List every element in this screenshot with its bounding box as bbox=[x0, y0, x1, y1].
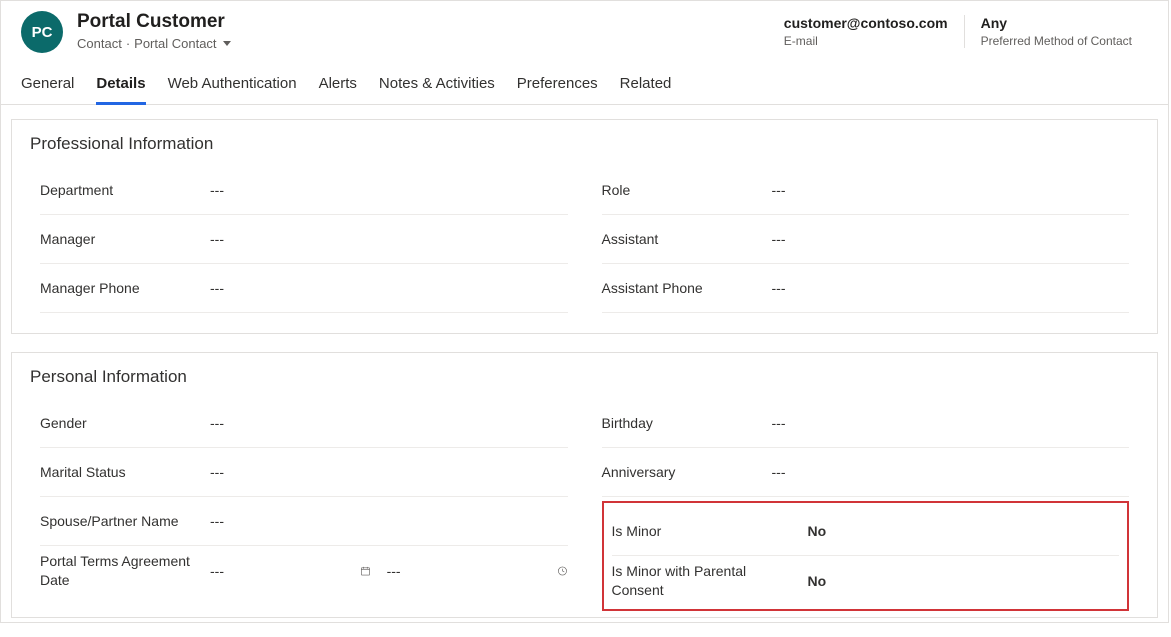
field-assistant[interactable]: Assistant --- bbox=[602, 215, 1130, 264]
field-manager[interactable]: Manager --- bbox=[40, 215, 568, 264]
field-manager-phone[interactable]: Manager Phone --- bbox=[40, 264, 568, 313]
label-department: Department bbox=[40, 182, 210, 198]
label-is-minor-consent: Is Minor with Parental Consent bbox=[612, 562, 802, 598]
header-email-label: E-mail bbox=[784, 34, 948, 48]
label-birthday: Birthday bbox=[602, 415, 772, 431]
field-spouse-partner[interactable]: Spouse/Partner Name --- bbox=[40, 497, 568, 546]
section-title-professional: Professional Information bbox=[26, 128, 1143, 166]
field-terms-agreement-date[interactable]: Portal Terms Agreement Date --- --- bbox=[40, 546, 568, 595]
value-department: --- bbox=[210, 182, 224, 198]
label-spouse-partner: Spouse/Partner Name bbox=[40, 513, 210, 529]
label-marital-status: Marital Status bbox=[40, 464, 210, 480]
label-anniversary: Anniversary bbox=[602, 464, 772, 480]
field-anniversary[interactable]: Anniversary --- bbox=[602, 448, 1130, 497]
header-email-block[interactable]: customer@contoso.com E-mail bbox=[768, 15, 964, 48]
tab-details[interactable]: Details bbox=[96, 75, 145, 105]
label-manager: Manager bbox=[40, 231, 210, 247]
label-assistant: Assistant bbox=[602, 231, 772, 247]
header-email-value: customer@contoso.com bbox=[784, 15, 948, 32]
field-is-minor-parental-consent[interactable]: Is Minor with Parental Consent No bbox=[612, 556, 1120, 605]
value-marital-status: --- bbox=[210, 464, 224, 480]
tab-related[interactable]: Related bbox=[620, 75, 672, 105]
avatar: PC bbox=[21, 11, 63, 53]
section-title-personal: Personal Information bbox=[26, 361, 1143, 399]
field-role[interactable]: Role --- bbox=[602, 166, 1130, 215]
calendar-icon[interactable] bbox=[360, 562, 371, 580]
subtitle-separator: · bbox=[126, 36, 130, 51]
value-manager: --- bbox=[210, 231, 224, 247]
value-is-minor-consent: No bbox=[808, 573, 827, 589]
minor-fields-highlight: Is Minor No Is Minor with Parental Conse… bbox=[602, 501, 1130, 611]
field-birthday[interactable]: Birthday --- bbox=[602, 399, 1130, 448]
form-name: Portal Contact bbox=[134, 36, 216, 51]
section-professional-information: Professional Information Department --- … bbox=[11, 119, 1158, 334]
value-terms-date: --- bbox=[210, 563, 360, 579]
label-assistant-phone: Assistant Phone bbox=[602, 280, 772, 296]
chevron-down-icon[interactable] bbox=[223, 41, 231, 46]
value-is-minor: No bbox=[808, 523, 827, 539]
record-subtitle[interactable]: Contact · Portal Contact bbox=[77, 36, 231, 51]
label-gender: Gender bbox=[40, 415, 210, 431]
value-gender: --- bbox=[210, 415, 224, 431]
field-gender[interactable]: Gender --- bbox=[40, 399, 568, 448]
clock-icon[interactable] bbox=[557, 562, 568, 580]
entity-name: Contact bbox=[77, 36, 122, 51]
label-terms-agreement-date: Portal Terms Agreement Date bbox=[40, 552, 210, 588]
label-is-minor: Is Minor bbox=[612, 523, 802, 539]
page-title: Portal Customer bbox=[77, 11, 231, 34]
label-role: Role bbox=[602, 182, 772, 198]
value-manager-phone: --- bbox=[210, 280, 224, 296]
form-tabs: General Details Web Authentication Alert… bbox=[1, 53, 1168, 105]
tab-web-authentication[interactable]: Web Authentication bbox=[168, 75, 297, 105]
header-contactmethod-label: Preferred Method of Contact bbox=[981, 34, 1132, 48]
label-manager-phone: Manager Phone bbox=[40, 280, 210, 296]
tab-alerts[interactable]: Alerts bbox=[319, 75, 357, 105]
field-is-minor[interactable]: Is Minor No bbox=[612, 507, 1120, 556]
value-spouse-partner: --- bbox=[210, 513, 224, 529]
field-marital-status[interactable]: Marital Status --- bbox=[40, 448, 568, 497]
value-role: --- bbox=[772, 182, 786, 198]
value-birthday: --- bbox=[772, 415, 786, 431]
header-contactmethod-value: Any bbox=[981, 15, 1132, 32]
value-anniversary: --- bbox=[772, 464, 786, 480]
value-assistant: --- bbox=[772, 231, 786, 247]
tab-notes-activities[interactable]: Notes & Activities bbox=[379, 75, 495, 105]
header-contactmethod-block[interactable]: Any Preferred Method of Contact bbox=[964, 15, 1148, 48]
value-terms-time: --- bbox=[387, 563, 557, 579]
field-assistant-phone[interactable]: Assistant Phone --- bbox=[602, 264, 1130, 313]
value-assistant-phone: --- bbox=[772, 280, 786, 296]
tab-preferences[interactable]: Preferences bbox=[517, 75, 598, 105]
section-personal-information: Personal Information Gender --- Marital … bbox=[11, 352, 1158, 618]
field-department[interactable]: Department --- bbox=[40, 166, 568, 215]
tab-general[interactable]: General bbox=[21, 75, 74, 105]
